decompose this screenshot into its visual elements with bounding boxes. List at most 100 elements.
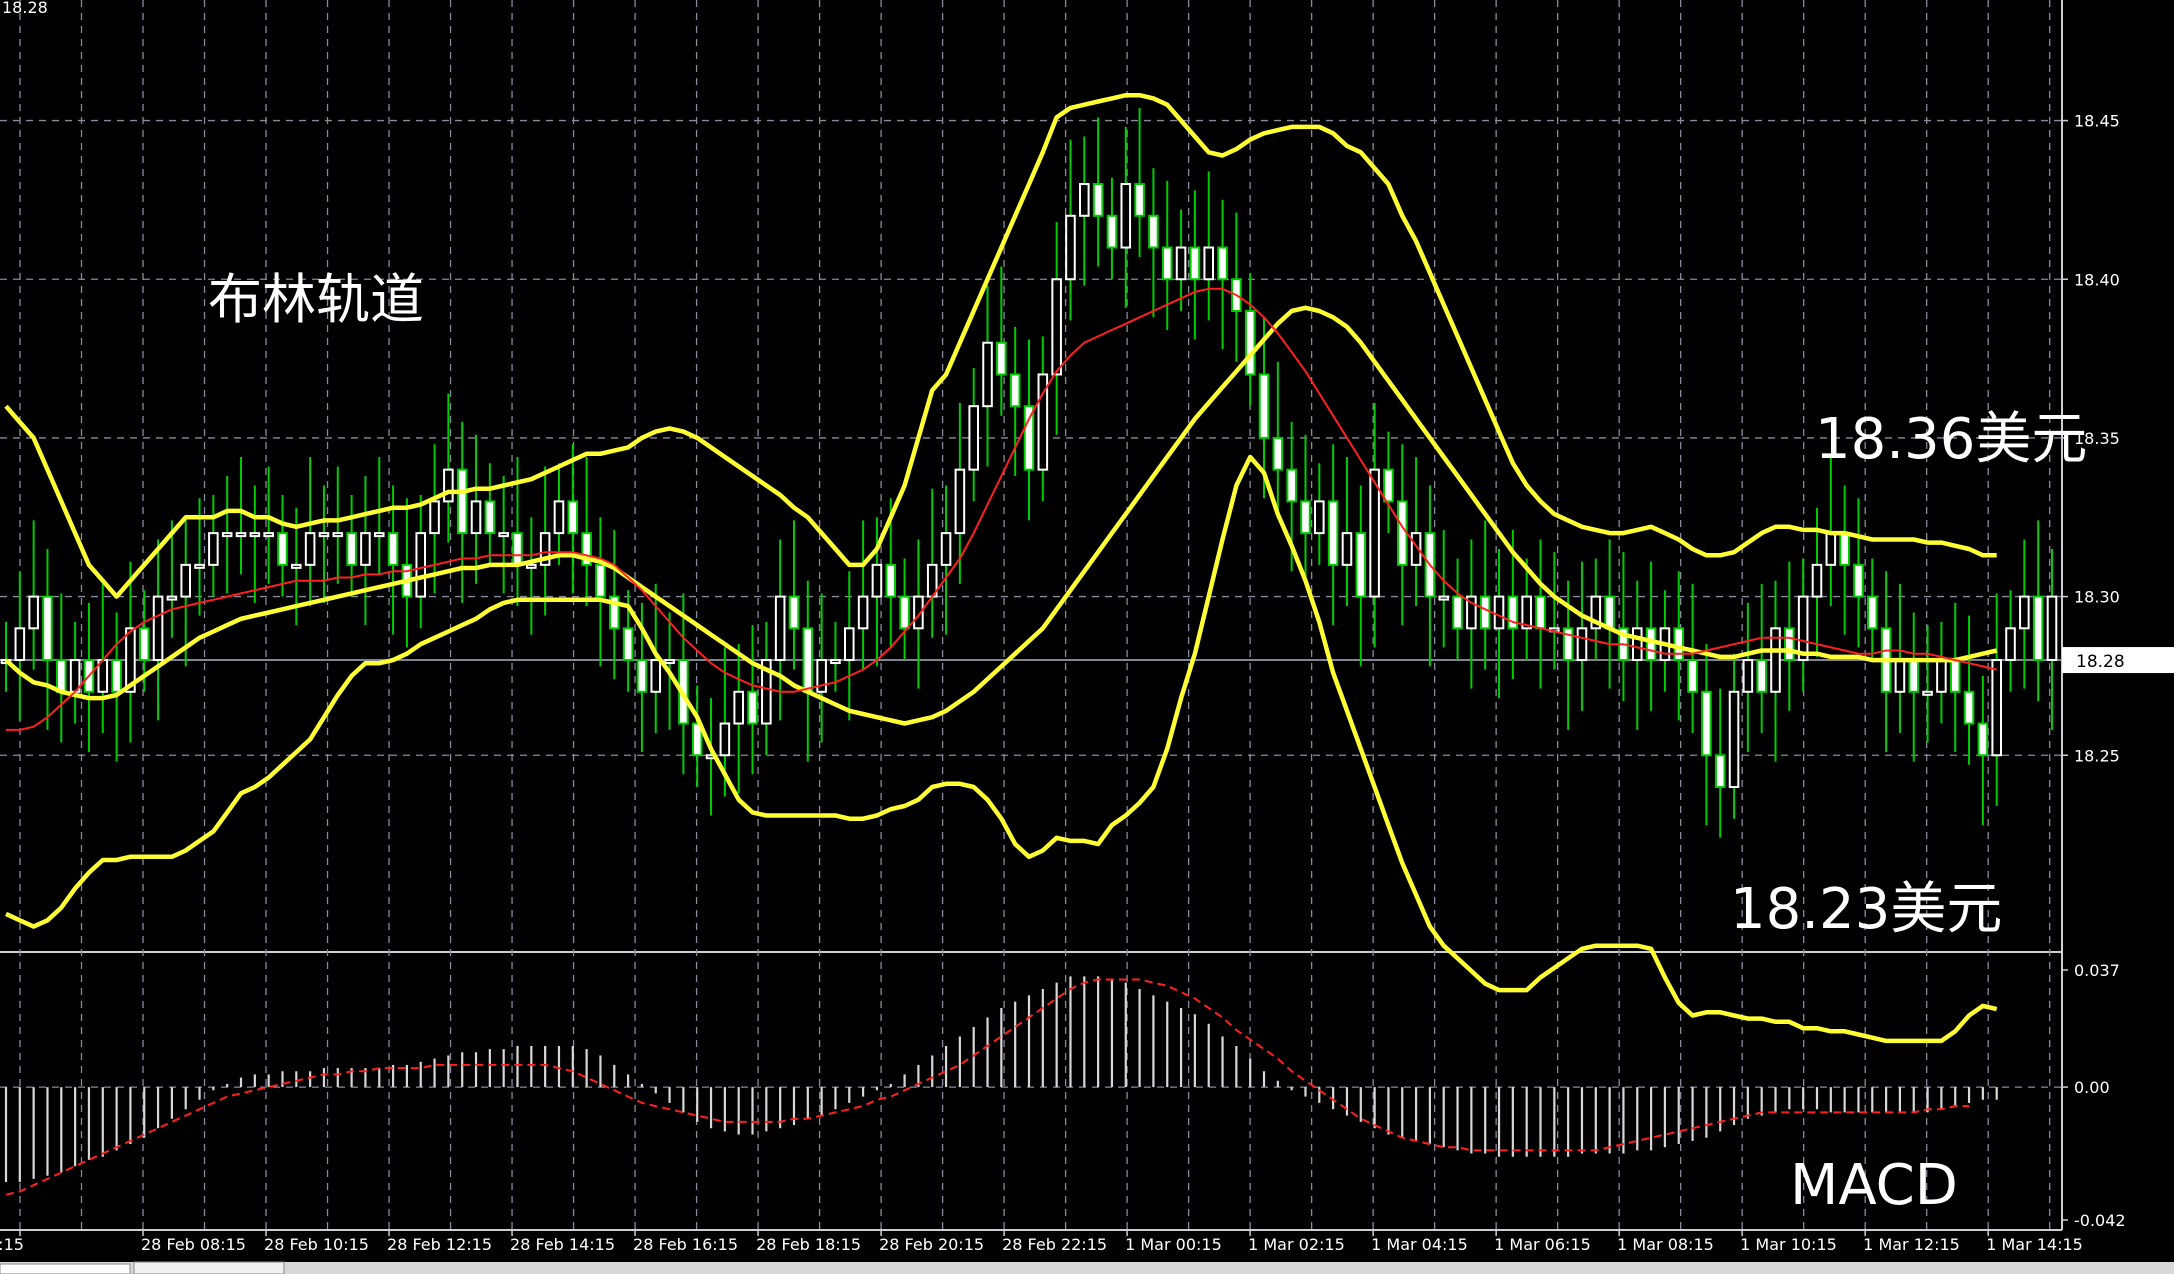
candle-body bbox=[249, 532, 261, 538]
candle-body bbox=[857, 595, 869, 630]
candle-body bbox=[1314, 500, 1325, 535]
candle-body bbox=[152, 595, 164, 662]
candle-body bbox=[1645, 627, 1657, 662]
candle-body bbox=[1701, 690, 1712, 757]
candle-body bbox=[56, 659, 67, 693]
candle-body bbox=[1853, 563, 1864, 598]
candle-body bbox=[1908, 659, 1920, 693]
time-tick-label: 1 Mar 04:15 bbox=[1371, 1235, 1468, 1254]
top-left-price-label: 18.28 bbox=[2, 0, 48, 17]
candle-body bbox=[1009, 373, 1021, 408]
candle-body bbox=[1161, 246, 1173, 281]
candle-body bbox=[954, 468, 966, 535]
time-tick-label: 1 Mar 06:15 bbox=[1494, 1235, 1591, 1254]
candle-body bbox=[1963, 690, 1975, 725]
candle-body bbox=[968, 405, 979, 471]
candle-body bbox=[360, 532, 371, 566]
candle-body bbox=[996, 341, 1007, 376]
candle-body bbox=[498, 532, 509, 538]
candle-body bbox=[830, 659, 841, 665]
candle-body bbox=[1175, 246, 1187, 281]
current-price-value: 18.28 bbox=[2076, 652, 2125, 672]
candle-body bbox=[1535, 595, 1546, 630]
candle-body bbox=[1576, 627, 1588, 662]
chart-tab bbox=[133, 1261, 285, 1274]
candle-body bbox=[719, 722, 731, 757]
candle-body bbox=[1217, 246, 1228, 281]
candle-body bbox=[304, 532, 316, 566]
candle-body bbox=[2046, 595, 2058, 662]
candle-body bbox=[1065, 214, 1076, 281]
time-tick-label: 28 Feb 22:15 bbox=[1002, 1235, 1107, 1254]
candle-body bbox=[387, 532, 399, 566]
candle-body bbox=[1258, 373, 1270, 439]
candle-body bbox=[622, 627, 634, 662]
candle-body bbox=[1106, 214, 1118, 249]
candle-body bbox=[138, 627, 150, 662]
candle-body bbox=[443, 468, 454, 503]
candle-body bbox=[1051, 278, 1062, 376]
candle-body bbox=[1079, 183, 1090, 217]
candle-body bbox=[1797, 595, 1809, 662]
candle-body bbox=[1728, 690, 1740, 788]
candle-body bbox=[28, 595, 39, 630]
candle-body bbox=[1327, 500, 1339, 566]
candle-body bbox=[1203, 246, 1215, 281]
candle-body bbox=[788, 595, 800, 630]
time-tick-label: 1 Mar 14:15 bbox=[1986, 1235, 2083, 1254]
candle-body bbox=[166, 595, 178, 601]
price-tick-label: 18.30 bbox=[2074, 588, 2120, 607]
candle-body bbox=[1300, 500, 1311, 535]
time-tick-label: 1 Mar 08:15 bbox=[1617, 1235, 1714, 1254]
macd-tick-label: 0.00 bbox=[2074, 1078, 2110, 1097]
time-tick-label: 6:15 bbox=[0, 1235, 24, 1254]
candle-body bbox=[1604, 595, 1615, 630]
time-tick-label: 28 Feb 18:15 bbox=[756, 1235, 861, 1254]
candle-body bbox=[318, 532, 330, 538]
candle-body bbox=[429, 500, 440, 535]
candle-body bbox=[2005, 627, 2016, 662]
candle-body bbox=[802, 627, 814, 693]
candle-body bbox=[415, 532, 427, 598]
chart-title-annotation: 布林轨道 bbox=[208, 268, 424, 331]
candle-body bbox=[1949, 659, 1961, 693]
price-tick-label: 18.25 bbox=[2074, 746, 2120, 765]
macd-tick-label: -0.042 bbox=[2074, 1211, 2126, 1230]
candle-body bbox=[208, 532, 219, 566]
chart-tab bbox=[0, 1263, 131, 1274]
candle-body bbox=[221, 532, 233, 538]
macd-label: MACD bbox=[1790, 1153, 1958, 1218]
time-tick-label: 28 Feb 20:15 bbox=[879, 1235, 984, 1254]
candle-body bbox=[1341, 532, 1353, 566]
candle-body bbox=[553, 500, 565, 535]
lower-price-annotation: 18.23美元 bbox=[1730, 877, 2002, 942]
candle-body bbox=[774, 595, 786, 662]
candle-body bbox=[235, 532, 247, 538]
candle-body bbox=[595, 563, 606, 598]
candle-body bbox=[1673, 627, 1685, 662]
candle-body bbox=[1120, 183, 1132, 249]
candle-body bbox=[1023, 405, 1035, 471]
candle-body bbox=[636, 659, 648, 693]
candle-body bbox=[1148, 214, 1159, 249]
candle-body bbox=[346, 532, 357, 566]
candle-body bbox=[470, 500, 482, 535]
candle-body bbox=[42, 595, 53, 662]
candle-body bbox=[1438, 595, 1450, 601]
candle-body bbox=[277, 532, 288, 566]
candle-body bbox=[456, 468, 468, 535]
candle-body bbox=[1687, 659, 1698, 693]
candle-body bbox=[1811, 563, 1823, 598]
candle-body bbox=[1272, 436, 1284, 471]
candle-body bbox=[291, 563, 302, 569]
candle-body bbox=[1784, 627, 1795, 662]
macd-tick-label: 0.037 bbox=[2074, 961, 2120, 980]
candle-body bbox=[1189, 246, 1201, 281]
candle-body bbox=[899, 595, 910, 630]
candle-body bbox=[1383, 468, 1394, 503]
candle-body bbox=[1742, 659, 1754, 693]
time-tick-label: 28 Feb 14:15 bbox=[510, 1235, 615, 1254]
candle-body bbox=[111, 659, 122, 693]
candle-body bbox=[1825, 532, 1837, 566]
time-tick-label: 1 Mar 00:15 bbox=[1125, 1235, 1222, 1254]
